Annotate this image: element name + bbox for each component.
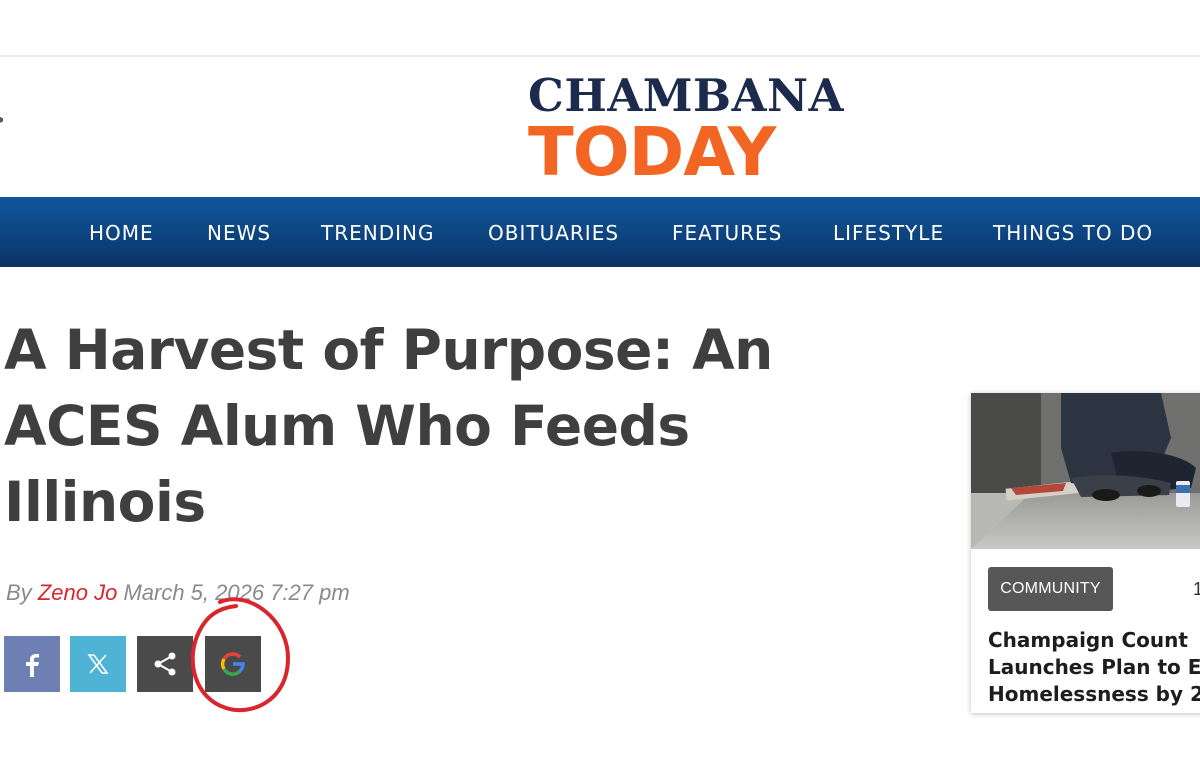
card-meta-number: 1 — [1193, 579, 1200, 599]
article-title-line: ACES Alum Who Feeds — [4, 394, 690, 458]
byline-prefix: By — [6, 580, 32, 605]
nav-item-things-to-do[interactable]: THINGS TO DO — [993, 197, 1153, 267]
facebook-share-button[interactable] — [4, 636, 60, 692]
x-icon — [87, 654, 109, 674]
related-article-card[interactable]: COMMUNITY 1 Champaign Count Launches Pla… — [971, 393, 1200, 713]
main-navigation: HOME NEWS TRENDING OBITUARIES FEATURES L… — [0, 197, 1200, 267]
card-title-line: Homelessness by 2 — [988, 682, 1200, 706]
facebook-icon — [26, 654, 39, 677]
publish-date: March 5, 2026 7:27 pm — [123, 580, 350, 605]
nav-item-home[interactable]: HOME — [89, 197, 154, 267]
edge-icon: ▸ — [0, 112, 3, 126]
share-button[interactable] — [137, 636, 193, 692]
article-thumbnail-image — [971, 393, 1200, 549]
article-byline: By Zeno Jo March 5, 2026 7:27 pm — [6, 580, 350, 606]
nav-item-obituaries[interactable]: OBITUARIES — [488, 197, 619, 267]
article-title-line: Illinois — [4, 470, 206, 534]
google-news-button[interactable] — [205, 636, 261, 692]
site-logo[interactable]: CHAMBANA TODAY — [528, 72, 848, 187]
card-title-line: Champaign Count — [988, 628, 1188, 652]
google-icon — [220, 652, 245, 676]
share-icon — [154, 652, 176, 676]
article-title-line: A Harvest of Purpose: An — [4, 318, 773, 382]
nav-item-trending[interactable]: TRENDING — [321, 197, 434, 267]
card-title[interactable]: Champaign Count Launches Plan to E Homel… — [988, 627, 1200, 708]
article-title: A Harvest of Purpose: An ACES Alum Who F… — [4, 312, 884, 540]
logo-text-today: TODAY — [528, 113, 776, 191]
author-link[interactable]: Zeno Jo — [38, 580, 118, 605]
nav-item-lifestyle[interactable]: LIFESTYLE — [833, 197, 944, 267]
card-title-line: Launches Plan to E — [988, 655, 1200, 679]
header-top-divider — [0, 55, 1200, 57]
nav-item-features[interactable]: FEATURES — [672, 197, 782, 267]
category-badge[interactable]: COMMUNITY — [988, 567, 1113, 611]
nav-item-news[interactable]: NEWS — [207, 197, 271, 267]
x-share-button[interactable] — [70, 636, 126, 692]
